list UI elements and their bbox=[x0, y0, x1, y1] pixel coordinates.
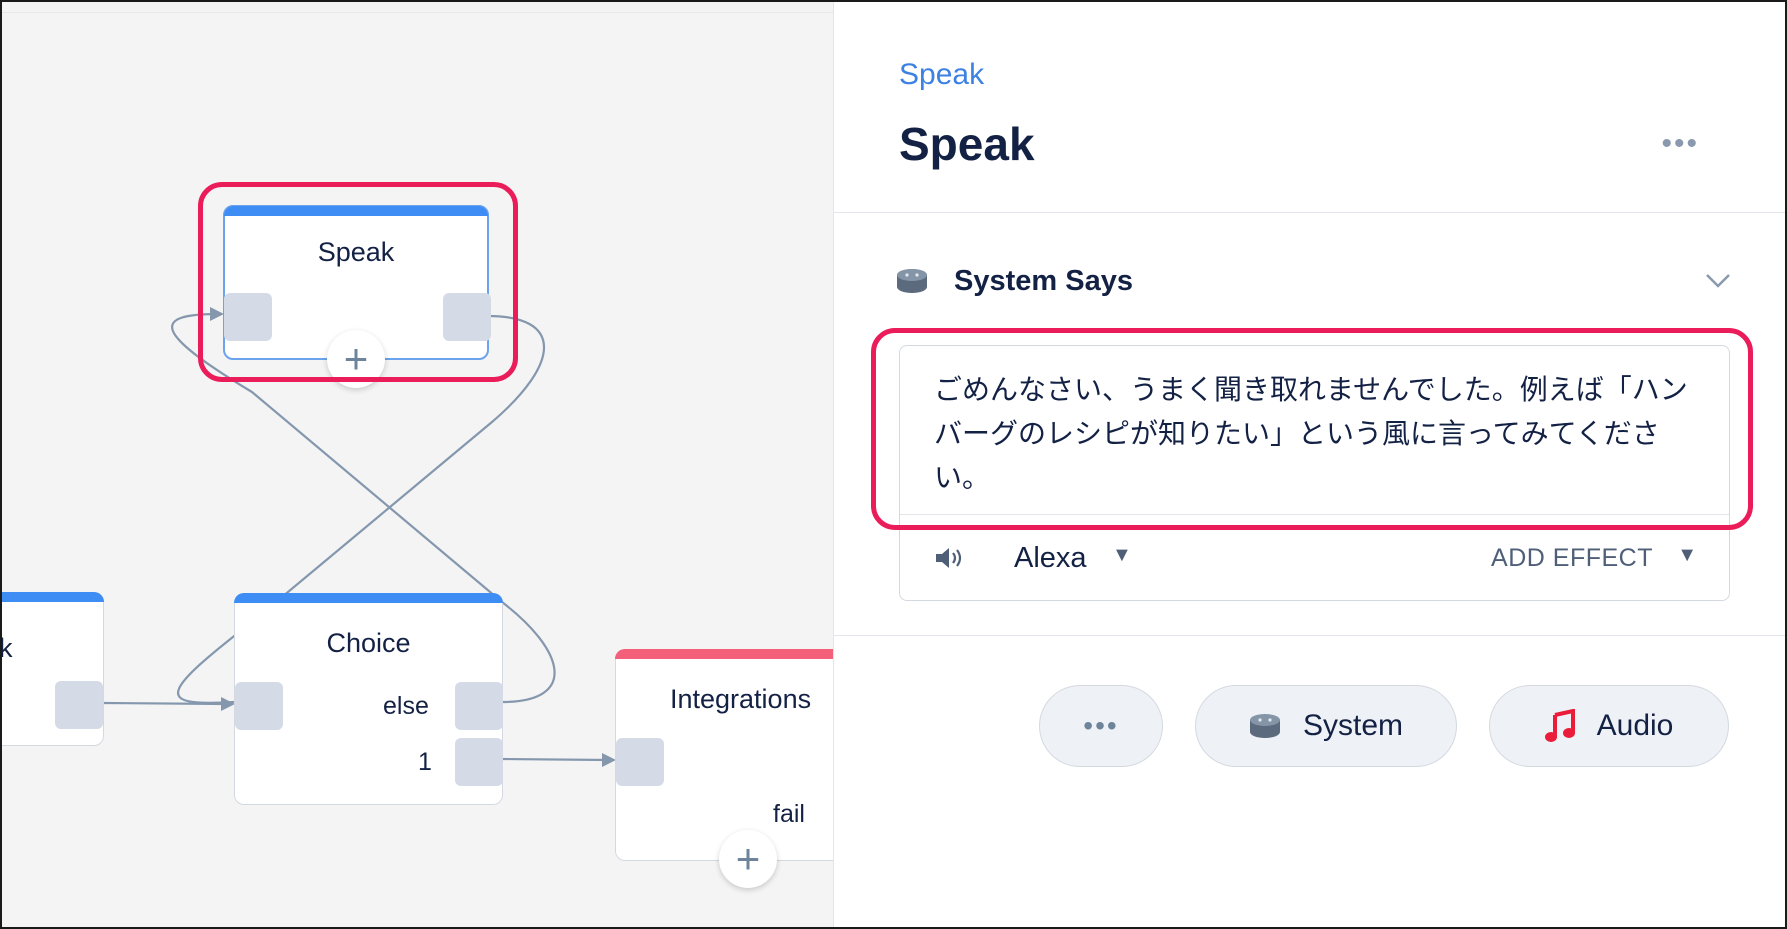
speech-editor: ごめんなさい、うまく聞き取れませんでした。例えば「ハンバーグのレシピが知りたい」… bbox=[899, 345, 1730, 601]
app-window: k Speak + Choice else 1 Integrations bbox=[0, 0, 1787, 929]
section-title: System Says bbox=[954, 265, 1133, 297]
node-title: Integrations bbox=[670, 684, 812, 714]
port-label-1: 1 bbox=[418, 748, 432, 776]
node-title: Choice bbox=[326, 628, 411, 658]
speech-divider bbox=[900, 514, 1729, 515]
speak-add-step-button[interactable]: + bbox=[327, 330, 385, 388]
chevron-down-icon[interactable] bbox=[1705, 265, 1731, 296]
more-dots-icon: ••• bbox=[1083, 710, 1119, 741]
node-cap bbox=[224, 206, 488, 216]
arrow-into-integrations bbox=[602, 753, 616, 767]
echo-speaker-icon bbox=[1249, 714, 1280, 738]
wire-choice-to-integrations bbox=[501, 757, 609, 762]
system-button-label: System bbox=[1302, 709, 1404, 742]
node-cap bbox=[2, 592, 104, 602]
properties-panel: Speak Speak ••• System Says ごめんなさい、うまく聞き… bbox=[833, 2, 1785, 927]
node-cap bbox=[234, 593, 503, 603]
audio-button[interactable]: Audio bbox=[1489, 685, 1729, 767]
node-in-port[interactable] bbox=[616, 738, 664, 786]
node-out-port-1[interactable] bbox=[455, 738, 503, 786]
node-out-port[interactable] bbox=[55, 681, 103, 729]
integrations-node[interactable]: Integrations fail bbox=[615, 649, 833, 861]
node-out-port[interactable] bbox=[443, 293, 491, 341]
node-in-port[interactable] bbox=[235, 682, 283, 730]
port-label-else: else bbox=[383, 692, 429, 720]
page-title: Speak bbox=[899, 118, 1035, 170]
more-options-button[interactable]: ••• bbox=[1661, 127, 1699, 161]
node-title: Speak bbox=[317, 237, 395, 267]
more-steps-button[interactable]: ••• bbox=[1039, 685, 1163, 767]
node-in-port[interactable] bbox=[224, 293, 272, 341]
port-label-fail: fail bbox=[773, 800, 805, 828]
arrow-into-speak bbox=[210, 307, 224, 321]
node-out-port-else[interactable] bbox=[455, 682, 503, 730]
audio-button-label: Audio bbox=[1596, 709, 1674, 742]
breadcrumb[interactable]: Speak bbox=[899, 58, 984, 92]
node-cap bbox=[615, 649, 833, 659]
add-effect-button[interactable]: ADD EFFECT bbox=[1491, 544, 1653, 573]
choice-node[interactable]: Choice else 1 bbox=[234, 593, 503, 805]
integrations-add-step-button[interactable]: + bbox=[719, 830, 777, 888]
header-divider bbox=[834, 212, 1785, 213]
flow-canvas[interactable]: k Speak + Choice else 1 Integrations bbox=[2, 2, 833, 927]
voice-select[interactable]: Alexa bbox=[1014, 542, 1087, 575]
node-title: k bbox=[2, 633, 13, 664]
caret-down-icon[interactable]: ▼ bbox=[1112, 544, 1132, 567]
partial-left-node[interactable]: k bbox=[2, 592, 104, 746]
system-button[interactable]: System bbox=[1195, 685, 1457, 767]
volume-icon[interactable] bbox=[934, 544, 966, 572]
echo-speaker-icon bbox=[897, 269, 927, 293]
section-divider bbox=[834, 635, 1785, 636]
arrow-into-choice bbox=[221, 697, 235, 711]
caret-down-icon[interactable]: ▼ bbox=[1677, 544, 1697, 567]
speech-text-input[interactable]: ごめんなさい、うまく聞き取れませんでした。例えば「ハンバーグのレシピが知りたい」… bbox=[934, 368, 1694, 500]
wire-left-to-choice bbox=[101, 701, 227, 706]
music-note-icon bbox=[1544, 709, 1575, 742]
